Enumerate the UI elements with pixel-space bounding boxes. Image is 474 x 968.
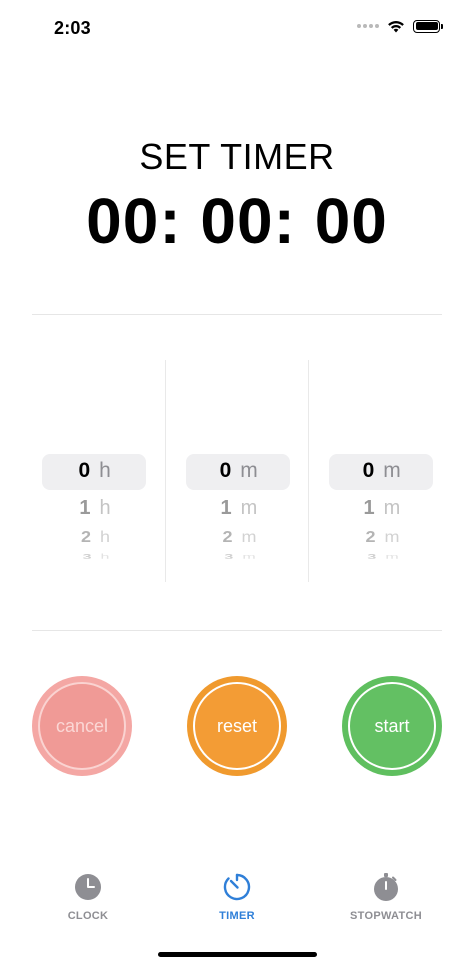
seconds-picker[interactable]: 0 m 1 m 2 m 3 m (308, 360, 451, 582)
picker-option[interactable]: 1 h (22, 497, 165, 520)
timer-icon (223, 873, 251, 901)
time-picker: 0 h 1 h 2 h 3 h 0 m 1 m 2 m 3 m 0 m 1 m … (22, 360, 452, 582)
clock-icon (75, 874, 101, 900)
status-bar: 2:03 (0, 0, 474, 56)
status-time: 2:03 (54, 18, 91, 38)
tab-clock-label: CLOCK (67, 910, 109, 922)
cellular-signal-icon (357, 24, 379, 28)
picker-option[interactable]: 2 h (22, 529, 165, 547)
cancel-button-label: cancel (38, 682, 126, 770)
stopwatch-icon (374, 873, 398, 901)
picker-option[interactable]: 3 m (166, 553, 309, 558)
picker-option[interactable]: 0 m (166, 459, 309, 483)
picker-option[interactable]: 1 m (166, 497, 309, 520)
tab-timer[interactable]: TIMER (177, 872, 297, 922)
start-button-label: start (348, 682, 436, 770)
page-title: SET TIMER (139, 136, 335, 177)
tab-stopwatch[interactable]: STOPWATCH (326, 872, 446, 922)
timer-controls: cancel reset start (0, 676, 474, 776)
hours-picker[interactable]: 0 h 1 h 2 h 3 h (22, 360, 165, 582)
cancel-button[interactable]: cancel (32, 676, 132, 776)
picker-option[interactable]: 0 m (309, 459, 452, 483)
start-button[interactable]: start (342, 676, 442, 776)
picker-option[interactable]: 2 m (309, 529, 452, 547)
tab-timer-label: TIMER (219, 910, 255, 922)
reset-button-label: reset (193, 682, 281, 770)
status-icons (357, 19, 443, 33)
divider-bottom (32, 630, 442, 631)
tab-stopwatch-label: STOPWATCH (350, 910, 422, 922)
picker-option[interactable]: 3 h (22, 553, 165, 558)
minutes-picker[interactable]: 0 m 1 m 2 m 3 m (165, 360, 308, 582)
picker-option[interactable]: 1 m (309, 497, 452, 520)
tab-clock[interactable]: CLOCK (28, 872, 148, 922)
picker-option[interactable]: 0 h (22, 459, 165, 483)
divider-top (32, 314, 442, 315)
home-indicator (158, 952, 317, 957)
picker-option[interactable]: 3 m (309, 553, 452, 558)
wifi-icon (388, 21, 404, 33)
battery-icon (413, 19, 443, 33)
picker-option[interactable]: 2 m (166, 529, 309, 547)
timer-display: 00: 00: 00 (86, 185, 388, 257)
reset-button[interactable]: reset (187, 676, 287, 776)
tab-bar: CLOCK TIMER STOPWATCH (0, 872, 474, 932)
